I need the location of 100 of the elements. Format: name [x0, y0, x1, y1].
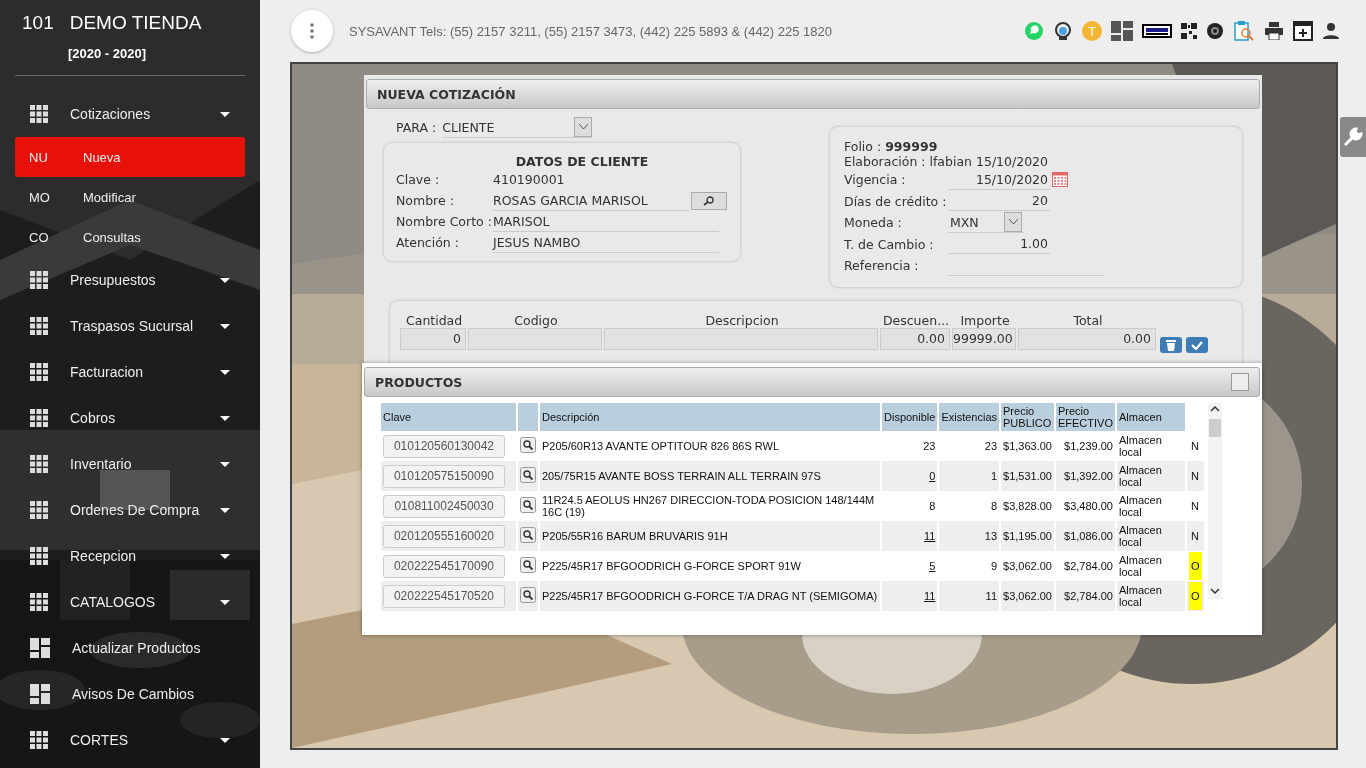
- user-icon[interactable]: [1322, 22, 1340, 40]
- menu-item[interactable]: Inventario: [0, 441, 260, 487]
- contact-text: SYSAVANT Tels: (55) 2157 3211, (55) 2157 3473, (442) 225 5893 & (442) 225 1820: [349, 23, 833, 39]
- column-header: Descripcion: [704, 313, 780, 328]
- menu-item[interactable]: Cobros: [0, 395, 260, 441]
- status-label: N: [1189, 470, 1200, 482]
- calendar-icon[interactable]: [1052, 172, 1068, 188]
- grid-icon: [30, 409, 48, 427]
- menu-item[interactable]: Ordenes De Compra: [0, 487, 260, 533]
- search-icon[interactable]: [520, 527, 536, 543]
- input-field[interactable]: [604, 328, 878, 350]
- recipient-select[interactable]: CLIENTE: [442, 117, 593, 138]
- menu-item[interactable]: Avisos De Cambios: [0, 671, 260, 717]
- table-cell-text: $3,480.00: [1063, 499, 1114, 514]
- menu-item[interactable]: Actualizar Productos: [0, 625, 260, 671]
- input-field[interactable]: 0: [400, 328, 466, 350]
- input-field[interactable]: JESUS NAMBO: [493, 232, 719, 253]
- add-window-icon[interactable]: [1293, 21, 1313, 41]
- table-cell-text: 8: [989, 499, 998, 514]
- caret-icon: [220, 277, 230, 283]
- table-cell-text: $2,784.00: [1063, 559, 1114, 574]
- support-icon[interactable]: [1053, 21, 1073, 41]
- submenu-item[interactable]: NU Nueva: [15, 137, 245, 177]
- table-cell: 11: [939, 581, 999, 611]
- dashboard-icon[interactable]: [1111, 21, 1133, 41]
- settings-tab[interactable]: [1340, 117, 1366, 157]
- input-field[interactable]: 15/10/2020: [948, 169, 1050, 190]
- input-field[interactable]: 0.00: [880, 328, 950, 350]
- grid-icon: [30, 593, 48, 611]
- search-icon[interactable]: [520, 437, 536, 453]
- input-field[interactable]: 20: [948, 191, 1050, 212]
- table-cell: Almacen local: [1116, 521, 1185, 551]
- table-cell-text: Almacen local: [1117, 553, 1163, 580]
- table-cell-text: 23: [983, 439, 998, 454]
- table-cell: $1,195.00: [1001, 521, 1054, 551]
- table-cell: Almacen local: [1116, 581, 1185, 611]
- file-icon[interactable]: [1142, 24, 1172, 38]
- caret-icon: [220, 415, 230, 421]
- stock-link[interactable]: 5: [929, 560, 936, 572]
- product-code-button[interactable]: 020222545170520: [383, 584, 505, 608]
- clipboard-search-icon[interactable]: [1233, 20, 1255, 42]
- table-cell: 8: [929, 500, 936, 512]
- input-field[interactable]: MARISOL: [493, 211, 719, 232]
- menu-item[interactable]: Cotizaciones: [0, 91, 260, 137]
- table-cell-text: $3,062.00: [1002, 559, 1053, 574]
- scrollbar[interactable]: [1208, 403, 1222, 599]
- menu-item[interactable]: Traspasos Sucursal: [0, 303, 260, 349]
- input-field[interactable]: 99999.00: [952, 328, 1016, 350]
- column-header: Descuen...: [881, 313, 951, 328]
- tire-icon[interactable]: [1206, 22, 1224, 40]
- confirm-button[interactable]: [1186, 337, 1208, 353]
- search-icon: [703, 195, 715, 206]
- stock-link[interactable]: 11: [923, 530, 936, 542]
- tiles-icon: [30, 638, 50, 658]
- column-header: Importe: [959, 313, 1011, 328]
- submenu-item[interactable]: MO Modificar: [15, 177, 245, 217]
- input-field[interactable]: [468, 328, 602, 350]
- grid-icon: [30, 501, 48, 519]
- printer-icon[interactable]: [1264, 22, 1284, 40]
- field-label: T. de Cambio :: [844, 236, 935, 252]
- product-code-button[interactable]: 020120555160020: [383, 524, 505, 548]
- table-cell-text: 11R24.5 AEOLUS HN267 DIRECCION-TODA POSICION 148/144M 16C (19): [541, 493, 876, 520]
- search-button[interactable]: [691, 191, 727, 210]
- search-icon[interactable]: [520, 557, 536, 573]
- caret-icon: [220, 323, 230, 329]
- stock-link[interactable]: 0: [929, 470, 936, 482]
- menu-item[interactable]: Recepcion: [0, 533, 260, 579]
- grid-icon: [30, 455, 48, 473]
- product-code-button[interactable]: 010120560130042: [383, 434, 505, 458]
- more-icon: [310, 23, 314, 39]
- submenu-item[interactable]: CO Consultas: [15, 217, 245, 257]
- qr-code-icon[interactable]: [1181, 23, 1197, 39]
- status-label: N: [1189, 530, 1200, 542]
- menu-item[interactable]: Facturacion: [0, 349, 260, 395]
- product-code-button[interactable]: 010120575150090: [383, 464, 505, 488]
- currency-select[interactable]: MXN: [948, 212, 1024, 233]
- caret-icon: [220, 111, 230, 117]
- delete-button[interactable]: [1160, 337, 1182, 353]
- input-field[interactable]: 0.00: [1018, 328, 1156, 350]
- menu-item[interactable]: Presupuestos: [0, 257, 260, 303]
- grid-icon: [30, 363, 48, 381]
- menu-item[interactable]: CATALOGOS: [0, 579, 260, 625]
- search-icon[interactable]: [520, 587, 536, 603]
- input-field[interactable]: ROSAS GARCIA MARISOL: [493, 190, 689, 211]
- product-code-button[interactable]: 020222545170090: [383, 554, 505, 578]
- input-field[interactable]: 1.00: [948, 234, 1050, 255]
- stock-link[interactable]: 11: [923, 590, 936, 602]
- chevron-down-icon: [578, 124, 588, 130]
- column-header: Codigo: [513, 313, 559, 328]
- folio-label: Folio : 999999: [844, 139, 938, 154]
- client-code: 410190001: [493, 172, 565, 187]
- column-header: Precio EFECTIVO: [1055, 403, 1115, 431]
- search-icon[interactable]: [520, 497, 536, 513]
- trash-icon: [1166, 339, 1176, 351]
- status-label: O: [1188, 582, 1202, 610]
- table-cell: $1,392.00: [1055, 461, 1115, 491]
- search-icon[interactable]: [520, 467, 536, 483]
- menu-item[interactable]: CORTES: [0, 717, 260, 763]
- product-code-button[interactable]: 010811002450030: [383, 494, 505, 518]
- table-cell: $2,784.00: [1055, 581, 1115, 611]
